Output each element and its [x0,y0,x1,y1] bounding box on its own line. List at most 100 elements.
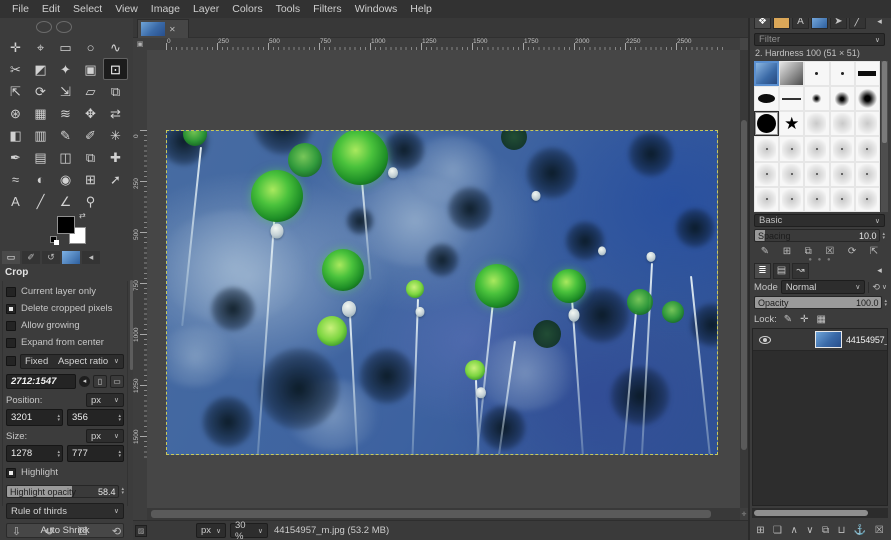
brush-faint[interactable] [855,111,880,136]
tool-perspective[interactable]: ⧉ [103,80,128,102]
delete-tool-preset-button[interactable]: ☒ [78,525,88,538]
canvas-viewport[interactable] [147,50,740,508]
fixed-checkbox[interactable] [6,356,16,366]
tool-unified-transform[interactable]: ⇱ [3,80,28,102]
brush-bar[interactable] [855,61,880,86]
position-unit-combo[interactable]: px ∨ [86,393,124,407]
brush-dot[interactable] [830,61,855,86]
tool-heal[interactable]: ✚ [103,146,128,168]
menu-file[interactable]: File [6,1,35,17]
tool-flip[interactable]: ⇄ [103,102,128,124]
tool-ellipse-select[interactable]: ○ [78,36,103,58]
clear-aspect-icon[interactable]: ◂ [79,376,90,387]
tool-eraser[interactable]: ◫ [53,146,78,168]
brush-faint-dot[interactable] [855,136,880,161]
horizontal-ruler[interactable]: 02505007501000125015001750200022502500 [147,38,740,50]
tab-device-status[interactable]: ✐ [22,251,40,264]
menu-layer[interactable]: Layer [187,1,225,17]
close-icon[interactable]: ✕ [169,25,176,34]
stepper-icon[interactable]: ▴▾ [57,414,60,422]
menu-view[interactable]: View [109,1,144,17]
menu-image[interactable]: Image [145,1,186,17]
tool-clone[interactable]: ⧉ [78,146,103,168]
brush-faint-dot[interactable] [754,187,779,212]
tool-rotate[interactable]: ⟳ [28,80,53,102]
brush-faint-dot[interactable] [779,162,804,187]
layer-opacity-slider[interactable]: Opacity 100.0 [754,296,882,309]
lock-alpha-toggle[interactable]: ▦ [817,314,826,325]
tool-gradient[interactable]: ▥ [28,124,53,146]
brush-soft-l[interactable] [855,86,880,111]
new-brush-button[interactable]: ⊞ [783,246,791,257]
checkbox[interactable] [6,321,16,331]
navigation-button[interactable]: ✛ [740,508,748,520]
tool-color-picker[interactable]: ╱ [28,190,53,212]
menu-filters[interactable]: Filters [307,1,348,17]
brush-filter-input[interactable]: Filter ∨ [754,33,885,46]
brush-faint[interactable] [804,111,829,136]
lock-position-toggle[interactable]: ✛ [800,314,808,325]
tab-paths[interactable]: ↝ [792,263,809,279]
tool-options-menu-button[interactable]: ◂ [82,251,100,264]
brush-tag-combo[interactable]: Basic ∨ [754,214,885,227]
brush-faint-dot[interactable] [779,136,804,161]
tool-foreground-select[interactable]: ◩ [28,58,53,80]
brush-faint-dot[interactable] [754,162,779,187]
landscape-button[interactable]: ▭ [110,375,124,388]
swap-colors-icon[interactable]: ⇄ [79,211,86,220]
tool-shear[interactable]: ▱ [78,80,103,102]
menu-windows[interactable]: Windows [349,1,404,17]
tab-undo-history[interactable]: ↺ [42,251,60,264]
duplicate-layer-button[interactable]: ⧉ [822,525,829,536]
scrollbar-thumb[interactable] [882,61,887,143]
tool-transform-3d[interactable]: ⊛ [3,102,28,124]
refresh-brushes-button[interactable]: ⟳ [848,246,856,257]
status-unit-combo[interactable]: px ∨ [196,523,226,538]
brush-dot[interactable] [804,61,829,86]
brush-ellipse[interactable] [754,86,779,111]
tab-channels[interactable]: ▤ [773,263,790,279]
brush-faint-dot[interactable] [830,162,855,187]
tool-bucket-fill[interactable]: ◧ [3,124,28,146]
tool-scale[interactable]: ⇲ [53,80,78,102]
new-layer-group-button[interactable]: ❏ [773,525,782,536]
brush-faint-dot[interactable] [830,187,855,212]
status-zoom-combo[interactable]: 30 % ∨ [230,523,268,538]
brush-star[interactable]: ★ [779,111,804,136]
merge-down-button[interactable]: ⊔ [838,525,846,536]
checkbox[interactable] [6,338,16,348]
brush-faint-dot[interactable] [754,136,779,161]
tool-ink[interactable]: ✒ [3,146,28,168]
anchor-layer-button[interactable]: ⚓ [854,525,866,536]
tool-handle-transform[interactable]: ✥ [78,102,103,124]
tool-perspective-clone[interactable]: ⊞ [78,168,103,190]
size-height-field[interactable]: 777▴▾ [67,445,124,462]
ruler-origin-button[interactable]: ▣ [133,38,147,50]
brush-grid-scrollbar[interactable] [881,61,888,212]
size-width-field[interactable]: 1278▴▾ [6,445,63,462]
tool-rectangle-select[interactable]: ▭ [53,36,78,58]
layer-mode-combo[interactable]: Normal ∨ [781,280,866,294]
tool-mypaint-brush[interactable]: ▤ [28,146,53,168]
fixed-combo[interactable]: Fixed Aspect ratio ∨ [20,354,124,369]
brush-thumb-blue[interactable] [754,61,779,86]
lower-layer-button[interactable]: ∨ [806,525,813,536]
brush-faint-dot[interactable] [804,136,829,161]
brush-spacing-slider[interactable]: Spacing 10.0 [754,229,880,242]
brush-thumb-gray[interactable] [779,61,804,86]
size-unit-combo[interactable]: px ∨ [86,429,124,443]
tab-tool-options[interactable]: ▭ [2,251,20,264]
default-colors-icon[interactable] [50,236,57,243]
tool-zoom[interactable]: ⚲ [78,190,103,212]
tool-cage-transform[interactable]: ▦ [28,102,53,124]
tool-free-select[interactable]: ∿ [103,36,128,58]
tool-blur-sharpen[interactable]: ◉ [53,168,78,190]
portrait-button[interactable]: ▯ [93,375,107,388]
raise-layer-button[interactable]: ∧ [790,525,797,536]
tool-fuzzy-select[interactable]: ✦ [53,58,78,80]
brush-circle-sel[interactable] [754,111,779,136]
visibility-eye-icon[interactable] [759,336,771,344]
tool-paintbrush[interactable]: ✐ [78,124,103,146]
dock-horizontal-scrollbar[interactable] [752,508,888,518]
guides-combo[interactable]: Rule of thirds ∨ [6,503,124,519]
